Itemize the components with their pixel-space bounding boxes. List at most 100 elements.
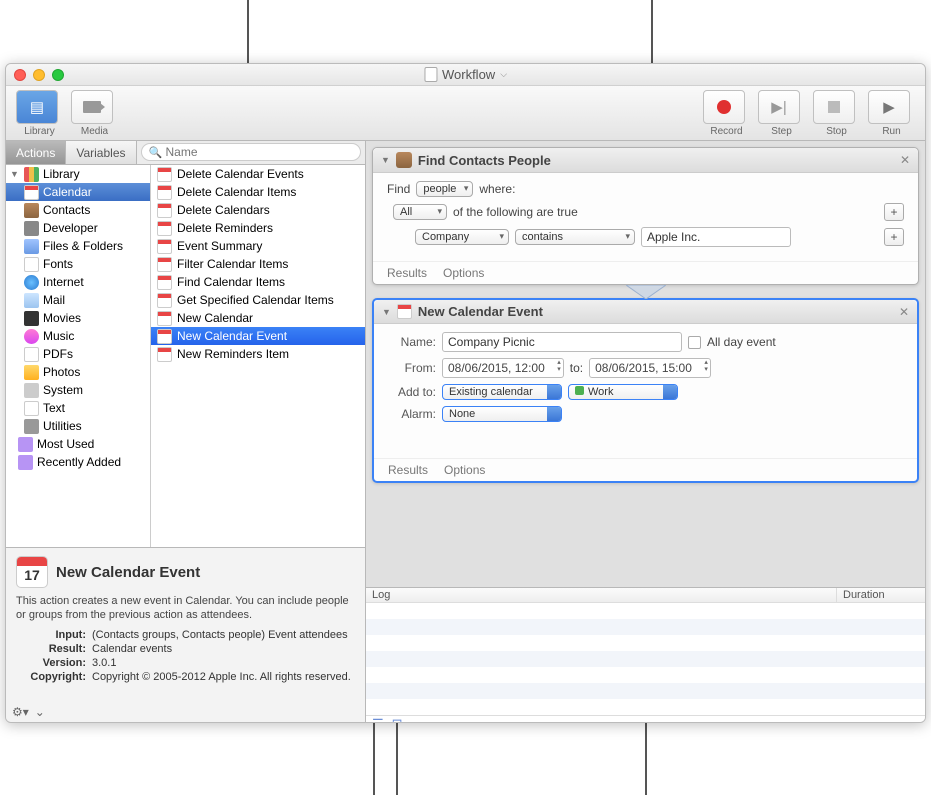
field-select[interactable]: Company xyxy=(415,229,509,245)
action-item[interactable]: Get Specified Calendar Items xyxy=(151,291,365,309)
value-input[interactable] xyxy=(641,227,791,247)
library-item-fonts[interactable]: Fonts xyxy=(6,255,150,273)
category-icon xyxy=(24,293,39,308)
log-column-header[interactable]: Log xyxy=(366,588,837,602)
remove-action-button[interactable]: ✕ xyxy=(900,153,910,167)
library-icon xyxy=(24,167,39,182)
library-item-movies[interactable]: Movies xyxy=(6,309,150,327)
action-item-label: New Calendar xyxy=(177,311,253,325)
match-scope-select[interactable]: All xyxy=(393,204,447,220)
library-item-pdfs[interactable]: PDFs xyxy=(6,345,150,363)
info-title: New Calendar Event xyxy=(56,564,200,581)
find-type-select[interactable]: people xyxy=(416,181,473,197)
library-toggle-button[interactable]: ▤ xyxy=(16,90,58,124)
info-copyright-label: Copyright: xyxy=(16,671,86,683)
close-window-button[interactable] xyxy=(14,69,26,81)
to-datetime-stepper[interactable]: 08/06/2015, 15:00 xyxy=(589,358,711,378)
log-view-list-icon[interactable]: ☰ xyxy=(372,716,384,722)
library-item-utilities[interactable]: Utilities xyxy=(6,417,150,435)
record-button[interactable] xyxy=(703,90,745,124)
library-item-contacts[interactable]: Contacts xyxy=(6,201,150,219)
disclosure-triangle-icon[interactable]: ▼ xyxy=(382,307,391,317)
calendar-select[interactable]: Work▾ xyxy=(568,384,678,400)
log-rows xyxy=(366,603,925,715)
options-tab[interactable]: Options xyxy=(443,266,484,280)
action-item[interactable]: Filter Calendar Items xyxy=(151,255,365,273)
alarm-select[interactable]: None▾ xyxy=(442,406,562,422)
record-label: Record xyxy=(710,126,742,137)
action-item[interactable]: Delete Calendars xyxy=(151,201,365,219)
library-item-developer[interactable]: Developer xyxy=(6,219,150,237)
step-button[interactable]: ▶| xyxy=(758,90,800,124)
stop-label: Stop xyxy=(826,126,847,137)
action-item[interactable]: Delete Reminders xyxy=(151,219,365,237)
library-categories[interactable]: ▼ Library Calendar Contacts Developer Files… xyxy=(6,165,151,547)
action-item[interactable]: Event Summary xyxy=(151,237,365,255)
action-title: New Calendar Event xyxy=(418,304,893,319)
add-rule-group-button[interactable]: + xyxy=(884,203,904,221)
library-item-calendar[interactable]: Calendar xyxy=(6,183,150,201)
action-new-calendar-event[interactable]: ▼ New Calendar Event ✕ Name: All day eve… xyxy=(372,298,919,483)
workflow-area[interactable]: ▼ Find Contacts People ✕ Find people whe… xyxy=(366,141,925,587)
category-label: Contacts xyxy=(43,203,90,217)
all-day-checkbox[interactable] xyxy=(688,336,701,349)
action-find-contacts-people[interactable]: ▼ Find Contacts People ✕ Find people whe… xyxy=(372,147,919,285)
remove-action-button[interactable]: ✕ xyxy=(899,305,909,319)
calendar-icon xyxy=(157,311,172,326)
library-item-photos[interactable]: Photos xyxy=(6,363,150,381)
tab-variables[interactable]: Variables xyxy=(66,141,136,164)
toggle-info-icon[interactable]: ⌄ xyxy=(35,705,45,719)
calendar-color-swatch xyxy=(575,386,584,395)
action-menu-gear-icon[interactable]: ⚙︎▾ xyxy=(12,705,29,719)
info-pane: New Calendar Event This action creates a… xyxy=(6,547,365,722)
action-title: Find Contacts People xyxy=(418,153,894,168)
library-item-music[interactable]: Music xyxy=(6,327,150,345)
minimize-window-button[interactable] xyxy=(33,69,45,81)
name-label: Name: xyxy=(388,335,436,349)
from-datetime-stepper[interactable]: 08/06/2015, 12:00 xyxy=(442,358,564,378)
disclosure-triangle-icon[interactable]: ▼ xyxy=(381,155,390,165)
action-item-label: Delete Reminders xyxy=(177,221,273,235)
action-item[interactable]: Find Calendar Items xyxy=(151,273,365,291)
library-root[interactable]: ▼ Library xyxy=(6,165,150,183)
category-label: Calendar xyxy=(43,185,92,199)
of-following-label: of the following are true xyxy=(453,205,578,219)
run-button[interactable]: ▶ xyxy=(868,90,910,124)
actions-list[interactable]: Delete Calendar EventsDelete Calendar It… xyxy=(151,165,365,547)
calendar-icon xyxy=(157,293,172,308)
library-item-mail[interactable]: Mail xyxy=(6,291,150,309)
toolbar: ▤ Library Media Record ▶| Step Stop ▶ Ru… xyxy=(6,86,925,141)
library-item-internet[interactable]: Internet xyxy=(6,273,150,291)
library-smart-most-used[interactable]: Most Used xyxy=(6,435,150,453)
results-tab[interactable]: Results xyxy=(387,266,427,280)
zoom-window-button[interactable] xyxy=(52,69,64,81)
search-input[interactable] xyxy=(141,143,362,161)
media-button[interactable] xyxy=(71,90,113,124)
duration-column-header[interactable]: Duration xyxy=(837,588,925,602)
category-label: Files & Folders xyxy=(43,239,123,253)
action-item[interactable]: New Calendar Event xyxy=(151,327,365,345)
add-rule-button[interactable]: + xyxy=(884,228,904,246)
action-item[interactable]: New Reminders Item xyxy=(151,345,365,363)
action-item[interactable]: New Calendar xyxy=(151,309,365,327)
category-icon xyxy=(24,383,39,398)
library-item-system[interactable]: System xyxy=(6,381,150,399)
action-item[interactable]: Delete Calendar Events xyxy=(151,165,365,183)
library-item-files-folders[interactable]: Files & Folders xyxy=(6,237,150,255)
library-smart-recently-added[interactable]: Recently Added xyxy=(6,453,150,471)
results-tab[interactable]: Results xyxy=(388,463,428,477)
addto-select[interactable]: Existing calendar▾ xyxy=(442,384,562,400)
stop-button[interactable] xyxy=(813,90,855,124)
tab-actions[interactable]: Actions xyxy=(6,141,66,164)
action-item[interactable]: Delete Calendar Items xyxy=(151,183,365,201)
event-name-input[interactable] xyxy=(442,332,682,352)
category-label: Music xyxy=(43,329,74,343)
workflow-pane: ▼ Find Contacts People ✕ Find people whe… xyxy=(366,141,925,722)
stop-icon xyxy=(828,101,840,113)
options-tab[interactable]: Options xyxy=(444,463,485,477)
disclosure-triangle-icon[interactable]: ▼ xyxy=(10,169,20,179)
title-menu-chevron-icon[interactable]: ⌵ xyxy=(500,69,507,80)
library-item-text[interactable]: Text xyxy=(6,399,150,417)
log-view-flow-icon[interactable]: ⊟ xyxy=(392,716,403,722)
operator-select[interactable]: contains xyxy=(515,229,635,245)
